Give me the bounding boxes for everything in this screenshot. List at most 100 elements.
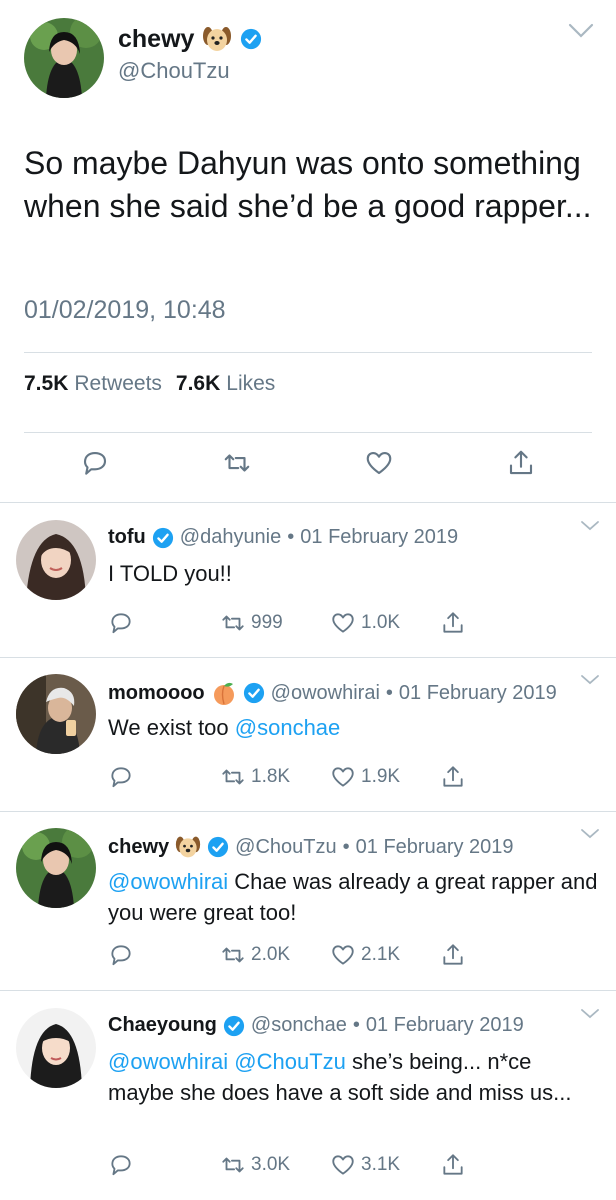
retweet-count: 3.0K <box>251 1154 291 1175</box>
reply-actions: 999 1.0K <box>0 610 616 640</box>
reply-author-name[interactable]: momoooo <box>108 682 205 705</box>
reply-actions: 3.0K 3.1K <box>0 1152 616 1182</box>
reply-text: I TOLD you!! <box>108 558 598 589</box>
avatar[interactable] <box>24 18 104 98</box>
reply-tweet[interactable]: Chaeyoung @sonchae • 01 February 2019 @o… <box>0 992 616 1197</box>
reply-author-handle[interactable]: @sonchae <box>251 1014 347 1037</box>
avatar[interactable] <box>16 674 96 754</box>
reply-author-handle[interactable]: @dahyunie <box>180 526 281 549</box>
like-icon <box>332 767 354 787</box>
reply-button[interactable] <box>108 764 134 790</box>
dot-separator: • <box>385 681 393 704</box>
chevron-down-icon[interactable] <box>580 828 600 840</box>
reply-author-handle[interactable]: @owowhirai <box>271 682 380 705</box>
tweet-stats: 7.5K Retweets 7.6K Likes <box>24 372 275 396</box>
share-icon <box>443 944 463 965</box>
reply-button[interactable] <box>108 942 134 968</box>
retweet-count: 2.0K <box>251 944 291 965</box>
retweet-button[interactable]: 2.0K <box>220 942 290 968</box>
mention-link[interactable]: @owowhirai <box>108 869 228 894</box>
dot-separator: • <box>352 1014 360 1036</box>
reply-header: tofu @dahyunie • 01 February 2019 <box>108 526 458 549</box>
share-icon <box>443 1154 463 1175</box>
divider <box>0 990 616 991</box>
reply-text: @owowhirai Chae was already a great rapp… <box>108 866 598 928</box>
reply-text: We exist too @sonchae <box>108 712 598 743</box>
like-button[interactable]: 3.1K <box>330 1152 400 1178</box>
divider <box>24 352 592 353</box>
mention-link[interactable]: @sonchae <box>235 715 341 740</box>
chevron-down-icon[interactable] <box>580 520 600 532</box>
reply-icon[interactable] <box>80 448 110 478</box>
like-icon[interactable] <box>364 448 394 478</box>
like-icon <box>332 613 354 633</box>
retweet-icon[interactable] <box>222 448 252 478</box>
share-button[interactable] <box>440 764 466 790</box>
retweet-icon <box>222 1157 244 1173</box>
like-icon <box>332 945 354 965</box>
reply-author-name[interactable]: tofu <box>108 526 146 549</box>
reply-date: 01 February 2019 <box>300 526 459 548</box>
peach-emoji-icon <box>213 682 234 705</box>
reply-icon <box>111 945 131 966</box>
author-handle[interactable]: @ChouTzu <box>118 58 230 84</box>
retweet-button[interactable]: 999 <box>220 610 283 636</box>
reply-author-name[interactable]: Chaeyoung <box>108 1014 217 1037</box>
likes-label[interactable]: Likes <box>226 372 275 396</box>
reply-button[interactable] <box>108 610 134 636</box>
mention-link[interactable]: @ChouTzu <box>234 1049 346 1074</box>
share-icon <box>443 766 463 787</box>
chevron-down-icon[interactable] <box>580 1008 600 1020</box>
mention-link[interactable]: @owowhirai <box>108 1049 228 1074</box>
retweet-count: 999 <box>251 612 283 633</box>
share-button[interactable] <box>440 1152 466 1178</box>
retweet-icon <box>222 947 244 963</box>
share-button[interactable] <box>440 942 466 968</box>
share-icon[interactable] <box>506 448 536 478</box>
avatar[interactable] <box>16 1008 96 1088</box>
reply-tweet[interactable]: chewy @ChouTzu • 01 February 2019 @owowh… <box>0 812 616 988</box>
dot-separator: • <box>342 835 350 858</box>
avatar[interactable] <box>16 828 96 908</box>
reply-author-name[interactable]: chewy <box>108 836 169 859</box>
main-tweet: chewy @ChouTzu So maybe Dahyun was onto … <box>0 0 616 500</box>
divider <box>24 432 592 433</box>
dot-separator: • <box>287 526 295 548</box>
retweets-count[interactable]: 7.5K <box>24 372 68 396</box>
reply-date: 01 February 2019 <box>355 835 514 858</box>
reply-tweet[interactable]: momoooo @owowhirai • 01 February 2019 We… <box>0 658 616 810</box>
retweet-button[interactable]: 1.8K <box>220 764 290 790</box>
retweet-count: 1.8K <box>251 766 291 787</box>
dog-emoji-icon <box>176 836 201 858</box>
author-name[interactable]: chewy <box>118 25 194 54</box>
like-count: 3.1K <box>361 1154 401 1175</box>
retweets-label[interactable]: Retweets <box>74 372 162 396</box>
tweet-actions <box>0 448 616 488</box>
reply-icon <box>111 1155 131 1176</box>
like-button[interactable]: 1.0K <box>330 610 400 636</box>
avatar[interactable] <box>16 520 96 600</box>
tweet-text: So maybe Dahyun was onto something when … <box>24 145 592 224</box>
reply-header: momoooo @owowhirai • 01 February 2019 <box>108 680 557 706</box>
likes-count[interactable]: 7.6K <box>176 372 220 396</box>
share-icon <box>443 612 463 633</box>
chevron-down-icon[interactable] <box>580 674 600 686</box>
reply-icon <box>111 767 131 788</box>
chevron-down-icon[interactable] <box>568 22 594 40</box>
reply-header: chewy @ChouTzu • 01 February 2019 <box>108 834 514 860</box>
reply-button[interactable] <box>108 1152 134 1178</box>
reply-date: 01 February 2019 <box>398 681 557 704</box>
reply-text: @owowhirai @ChouTzu she’s being... n*ce … <box>108 1046 598 1108</box>
share-button[interactable] <box>440 610 466 636</box>
verified-badge-icon <box>243 682 264 704</box>
reply-author-handle[interactable]: @ChouTzu <box>235 836 336 859</box>
verified-badge-icon <box>208 836 229 858</box>
dog-emoji-icon <box>203 27 232 51</box>
like-button[interactable]: 1.9K <box>330 764 400 790</box>
like-button[interactable]: 2.1K <box>330 942 400 968</box>
verified-badge-icon <box>241 28 262 50</box>
reply-tweet[interactable]: tofu @dahyunie • 01 February 2019 I TOLD… <box>0 504 616 656</box>
like-count: 2.1K <box>361 944 401 965</box>
retweet-icon <box>222 769 244 785</box>
retweet-button[interactable]: 3.0K <box>220 1152 290 1178</box>
